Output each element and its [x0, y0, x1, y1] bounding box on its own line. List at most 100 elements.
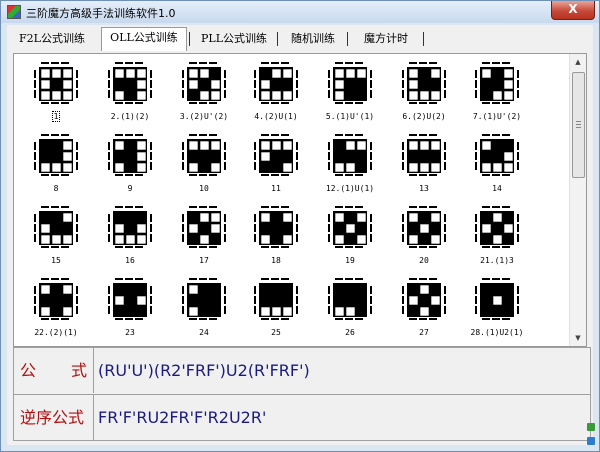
oll-case-diagram	[108, 134, 152, 176]
oll-case-label-text: 5.(1)U'(1)	[325, 112, 375, 121]
oll-case-label-text: 17	[199, 256, 209, 265]
tab-pll[interactable]: PLL公式训练	[195, 29, 273, 49]
oll-case-label: 23	[100, 328, 160, 337]
oll-case-label: 24	[174, 328, 234, 337]
oll-case-diagram	[108, 206, 152, 248]
tab-f2l[interactable]: F2L公式训练	[13, 29, 91, 49]
oll-case-label-text: 19	[345, 256, 355, 265]
oll-case-label-text: 22.(2)(1)	[34, 328, 78, 337]
oll-case[interactable]: 19	[320, 206, 380, 278]
grip-line	[576, 124, 581, 125]
oll-case-label-text: 26	[345, 328, 355, 337]
oll-case-diagram	[108, 278, 152, 320]
oll-case-label-text: 9	[127, 184, 133, 193]
oll-case-diagram	[402, 278, 446, 320]
oll-case-label-text: 10	[199, 184, 209, 193]
oll-case-label: 5.(1)U'(1)	[320, 112, 380, 121]
oll-case-label: 13	[394, 184, 454, 193]
oll-case[interactable]: 8	[26, 134, 86, 206]
oll-case-label-text: 7.(1)U'(2)	[472, 112, 522, 121]
oll-case-diagram	[34, 62, 78, 104]
oll-case-label: 12.(1)U(1)	[320, 184, 380, 193]
oll-case-label: 19	[320, 256, 380, 265]
oll-case[interactable]: 3.(2)U'(2)	[174, 62, 234, 134]
oll-case-label: 3.(2)U'(2)	[174, 112, 234, 121]
reverse-formula-label: 逆序公式	[14, 395, 94, 440]
oll-case-diagram	[254, 62, 298, 104]
oll-case-diagram	[182, 278, 226, 320]
oll-case[interactable]: 17	[174, 206, 234, 278]
scroll-up-icon[interactable]: ▲	[571, 55, 585, 69]
close-button[interactable]: X	[551, 1, 595, 20]
oll-case[interactable]: 12.(1)U(1)	[320, 134, 380, 206]
oll-case[interactable]: 20	[394, 206, 454, 278]
tab-timer[interactable]: 魔方计时	[353, 29, 419, 49]
oll-case-diagram	[34, 206, 78, 248]
oll-case-label: 6.(2)U(2)	[394, 112, 454, 121]
oll-case-label: 14	[467, 184, 527, 193]
oll-case-diagram	[475, 134, 519, 176]
oll-case[interactable]: 11	[246, 134, 306, 206]
oll-case[interactable]: 14	[467, 134, 527, 206]
oll-case[interactable]: 15	[26, 206, 86, 278]
tab-random[interactable]: 随机训练	[283, 29, 343, 49]
oll-case-label: 10	[174, 184, 234, 193]
oll-case-label-text: 11	[271, 184, 281, 193]
oll-case[interactable]: 16	[100, 206, 160, 278]
oll-case-label-text: 27	[419, 328, 429, 337]
oll-case[interactable]: 24	[174, 278, 234, 346]
oll-case[interactable]: 25	[246, 278, 306, 346]
oll-case-label-text: 20	[419, 256, 429, 265]
oll-case-label: 9	[100, 184, 160, 193]
oll-case[interactable]: 21.(1)3	[467, 206, 527, 278]
oll-case[interactable]: 26	[320, 278, 380, 346]
oll-case-label-text: 4.(2)U(1)	[254, 112, 298, 121]
oll-case-label: 1	[26, 111, 86, 122]
oll-case-label: 27	[394, 328, 454, 337]
oll-case-label: 15	[26, 256, 86, 265]
oll-case[interactable]: 1	[26, 62, 86, 134]
tab-oll[interactable]: OLL公式训练	[101, 27, 187, 51]
oll-case-label: 18	[246, 256, 306, 265]
oll-case-label-text: 18	[271, 256, 281, 265]
oll-case[interactable]: 22.(2)(1)	[26, 278, 86, 346]
oll-case[interactable]: 13	[394, 134, 454, 206]
window-title: 三阶魔方高级手法训练软件1.0	[26, 7, 176, 20]
oll-case[interactable]: 6.(2)U(2)	[394, 62, 454, 134]
formula-label-char: 公	[20, 361, 37, 380]
oll-case[interactable]: 27	[394, 278, 454, 346]
oll-case[interactable]: 18	[246, 206, 306, 278]
taskbar-side-icons	[587, 419, 597, 449]
oll-case-label-text: 3.(2)U'(2)	[179, 112, 229, 121]
oll-case-label: 20	[394, 256, 454, 265]
oll-case-label-text: 25	[271, 328, 281, 337]
oll-case-label-text: 2.(1)(2)	[110, 112, 150, 121]
oll-case-label: 2.(1)(2)	[100, 112, 160, 121]
vertical-scrollbar[interactable]: ▲ ▼	[569, 54, 586, 346]
oll-case[interactable]: 7.(1)U'(2)	[467, 62, 527, 134]
oll-case[interactable]: 10	[174, 134, 234, 206]
oll-case-label: 25	[246, 328, 306, 337]
tab-separator	[189, 32, 190, 46]
oll-case[interactable]: 9	[100, 134, 160, 206]
oll-case-label-text: 12.(1)U(1)	[325, 184, 375, 193]
scroll-down-icon[interactable]: ▼	[571, 331, 585, 345]
oll-case[interactable]: 2.(1)(2)	[100, 62, 160, 134]
oll-case-diagram	[254, 134, 298, 176]
oll-case-diagram	[328, 206, 372, 248]
scroll-thumb[interactable]	[572, 72, 585, 178]
oll-case-diagram	[402, 134, 446, 176]
oll-case[interactable]: 28.(1)U2(1)	[467, 278, 527, 346]
formula-table: 公 式 (RU'U')(R2'FRF')U2(R'FRF') 逆序公式 FR'F…	[13, 347, 591, 441]
oll-case-diagram	[182, 206, 226, 248]
oll-case[interactable]: 4.(2)U(1)	[246, 62, 306, 134]
oll-case-label-text: 15	[51, 256, 61, 265]
reverse-formula-value: FR'F'RU2FR'F'R2U2R'	[98, 408, 267, 427]
oll-case[interactable]: 23	[100, 278, 160, 346]
title-bar[interactable]: 三阶魔方高级手法训练软件1.0 X	[1, 1, 599, 23]
oll-case-label: 26	[320, 328, 380, 337]
oll-case-label-text: 8	[53, 184, 59, 193]
oll-case[interactable]: 5.(1)U'(1)	[320, 62, 380, 134]
tab-separator	[423, 32, 424, 46]
blue-tray-icon	[587, 437, 595, 445]
